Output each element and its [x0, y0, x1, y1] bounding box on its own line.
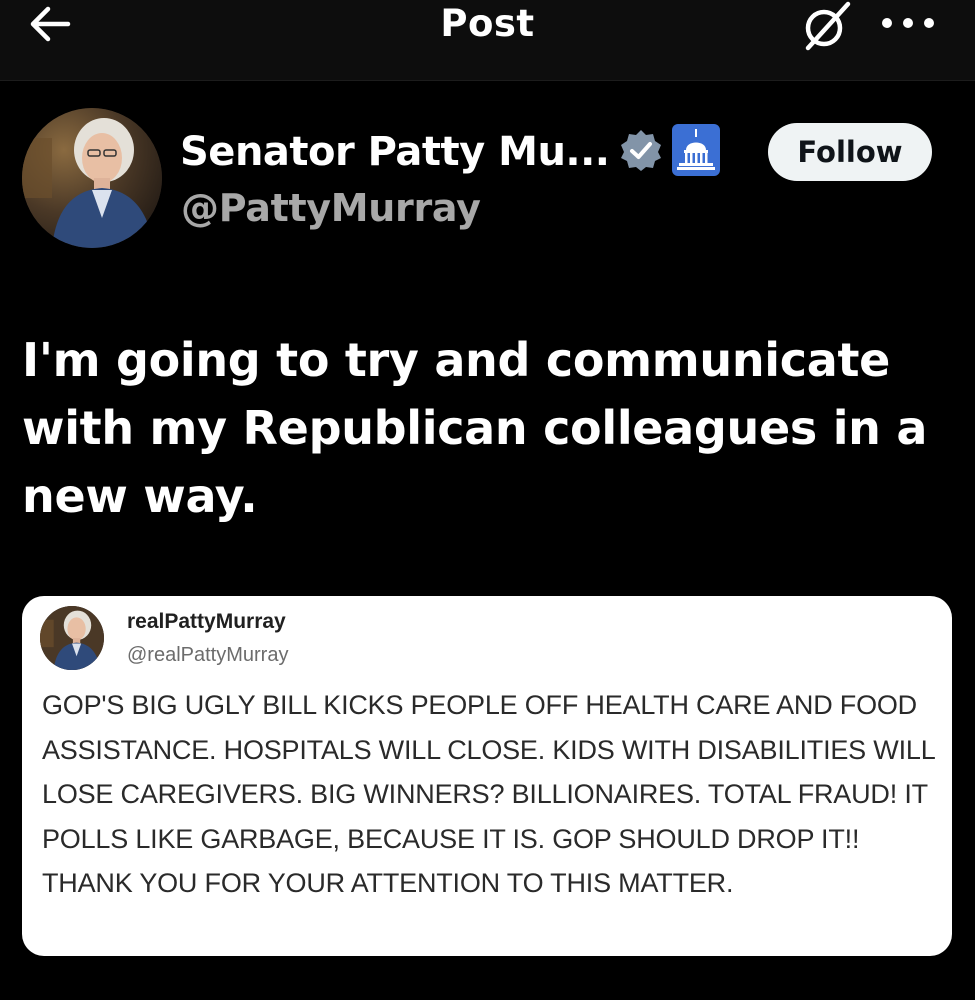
grok-icon: [805, 1, 851, 51]
verified-badge-icon[interactable]: [619, 128, 663, 176]
embedded-display-name: realPattyMurray: [127, 610, 286, 633]
more-horizontal-icon: [882, 18, 934, 28]
embedded-avatar: [40, 606, 104, 670]
user-handle[interactable]: @PattyMurray: [181, 182, 481, 234]
avatar[interactable]: [22, 108, 162, 248]
arrow-left-icon: [30, 6, 71, 42]
display-name-row: Senator Patty Mu...: [180, 124, 720, 180]
top-navigation-bar: Post: [0, 0, 975, 81]
follow-button[interactable]: Follow: [768, 123, 932, 181]
embedded-post-text: GOP'S BIG UGLY BILL KICKS PEOPLE OFF HEA…: [42, 690, 935, 898]
embedded-handle: @realPattyMurray: [127, 644, 289, 666]
grok-button[interactable]: [798, 0, 856, 52]
back-button[interactable]: [24, 2, 76, 46]
avatar-image: [22, 108, 162, 248]
more-options-button[interactable]: [878, 8, 938, 38]
tweet-text: I'm going to try and communicate with my…: [22, 333, 928, 523]
display-name[interactable]: Senator Patty Mu...: [180, 124, 610, 180]
embedded-post-image[interactable]: realPattyMurray @realPattyMurray GOP'S B…: [22, 596, 952, 956]
capitol-building-icon[interactable]: [671, 124, 720, 180]
